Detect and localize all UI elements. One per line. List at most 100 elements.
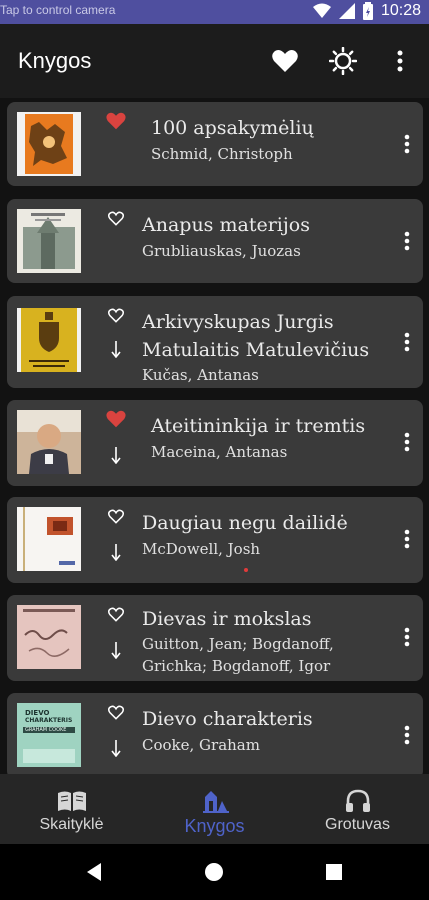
heart-outline-icon bbox=[108, 509, 124, 524]
book-card[interactable]: Ateitininkija ir tremtis Maceina, Antana… bbox=[7, 400, 423, 486]
book-card[interactable]: 100 apsakymėlių Schmid, Christoph bbox=[7, 102, 423, 186]
book-cover bbox=[17, 605, 81, 669]
download-arrow-icon bbox=[111, 740, 121, 757]
home-button[interactable] bbox=[200, 858, 228, 886]
book-menu-button[interactable] bbox=[395, 521, 419, 557]
cover-text: CHARAKTERIS bbox=[25, 717, 73, 724]
home-circle-icon bbox=[205, 863, 223, 881]
bottom-navigation: Skaityklė Knygos Grotuvas bbox=[0, 774, 429, 844]
more-vert-icon bbox=[397, 50, 403, 72]
book-author: Schmid, Christoph bbox=[151, 145, 293, 163]
download-arrow-icon bbox=[111, 341, 121, 358]
more-vert-icon bbox=[404, 332, 410, 352]
favorite-toggle[interactable] bbox=[103, 699, 129, 725]
library-icon bbox=[202, 791, 229, 813]
book-cover: DIEVO CHARAKTERIS GRAHAM COOKE bbox=[17, 703, 81, 767]
download-arrow-icon bbox=[111, 544, 121, 561]
favorite-toggle[interactable] bbox=[103, 406, 129, 432]
more-vert-icon bbox=[404, 134, 410, 154]
wifi-icon bbox=[312, 3, 331, 18]
more-vert-icon bbox=[404, 432, 410, 452]
download-arrow-icon bbox=[111, 447, 121, 464]
nav-tab-knygos[interactable]: Knygos bbox=[143, 774, 286, 844]
book-title: 100 apsakymėlių bbox=[151, 117, 314, 139]
signal-icon bbox=[338, 3, 355, 19]
heart-icon bbox=[272, 50, 298, 72]
more-vert-icon bbox=[404, 231, 410, 251]
book-card[interactable]: Daugiau negu dailidė McDowell, Josh bbox=[7, 497, 423, 583]
book-author-line-1: Guitton, Jean; Bogdanoff, bbox=[142, 635, 334, 653]
book-author: McDowell, Josh bbox=[142, 540, 261, 558]
book-menu-button[interactable] bbox=[395, 324, 419, 360]
nav-label: Grotuvas bbox=[325, 816, 390, 833]
heart-filled-icon bbox=[106, 112, 126, 130]
favorites-button[interactable] bbox=[268, 44, 302, 78]
more-vert-icon bbox=[404, 627, 410, 647]
book-title-line-1: Arkivyskupas Jurgis bbox=[142, 311, 334, 333]
book-author: Kučas, Antanas bbox=[142, 366, 259, 384]
heart-outline-icon bbox=[108, 308, 124, 323]
nav-label: Skaityklė bbox=[39, 816, 104, 833]
page-title: Knygos bbox=[18, 48, 92, 73]
book-title: Dievo charakteris bbox=[142, 708, 313, 730]
battery-icon bbox=[362, 2, 373, 20]
book-title: Ateitininkija ir tremtis bbox=[151, 415, 366, 437]
book-author-line-2: Grichka; Bogdanoff, Igor bbox=[142, 657, 331, 675]
download-button[interactable] bbox=[103, 336, 129, 362]
heart-outline-icon bbox=[108, 705, 124, 720]
book-title-line-2: Matulaitis Matulevičius bbox=[142, 339, 370, 361]
favorite-toggle[interactable] bbox=[103, 503, 129, 529]
book-cover bbox=[17, 308, 81, 372]
nav-label: Knygos bbox=[184, 816, 245, 836]
book-title: Dievas ir mokslas bbox=[142, 608, 312, 630]
more-vert-icon bbox=[404, 725, 410, 745]
download-button[interactable] bbox=[103, 539, 129, 565]
overflow-menu-button[interactable] bbox=[383, 44, 417, 78]
nav-tab-grotuvas[interactable]: Grotuvas bbox=[286, 774, 429, 844]
cover-text: DIEVO bbox=[25, 709, 50, 717]
book-menu-button[interactable] bbox=[395, 126, 419, 162]
book-card[interactable]: Dievas ir mokslas Guitton, Jean; Bogdano… bbox=[7, 595, 423, 681]
nav-tab-skaitykle[interactable]: Skaityklė bbox=[0, 774, 143, 844]
download-button[interactable] bbox=[103, 442, 129, 468]
book-open-icon bbox=[57, 791, 86, 811]
book-menu-button[interactable] bbox=[395, 424, 419, 460]
book-author: Grubliauskas, Juozas bbox=[142, 242, 301, 260]
download-button[interactable] bbox=[103, 637, 129, 663]
system-navigation-bar bbox=[0, 844, 429, 900]
book-card[interactable]: Anapus materijos Grubliauskas, Juozas bbox=[7, 199, 423, 283]
book-menu-button[interactable] bbox=[395, 619, 419, 655]
book-author: Maceina, Antanas bbox=[151, 443, 288, 461]
brightness-icon bbox=[329, 47, 357, 75]
headphones-icon bbox=[345, 789, 370, 812]
theme-button[interactable] bbox=[326, 44, 360, 78]
book-card[interactable]: DIEVO CHARAKTERIS GRAHAM COOKE Dievo cha… bbox=[7, 693, 423, 774]
more-vert-icon bbox=[404, 529, 410, 549]
book-card[interactable]: Arkivyskupas Jurgis Matulaitis Matulevič… bbox=[7, 296, 423, 388]
favorite-toggle[interactable] bbox=[103, 205, 129, 231]
book-list[interactable]: 100 apsakymėlių Schmid, Christoph Anapus… bbox=[0, 98, 429, 774]
back-button[interactable] bbox=[80, 858, 108, 886]
download-arrow-icon bbox=[111, 642, 121, 659]
favorite-toggle[interactable] bbox=[103, 601, 129, 627]
book-cover bbox=[17, 209, 81, 273]
recents-button[interactable] bbox=[320, 858, 348, 886]
status-time: 10:28 bbox=[380, 2, 421, 19]
heart-outline-icon bbox=[108, 211, 124, 226]
download-button[interactable] bbox=[103, 735, 129, 761]
book-menu-button[interactable] bbox=[395, 717, 419, 753]
book-menu-button[interactable] bbox=[395, 223, 419, 259]
book-cover bbox=[17, 112, 81, 176]
favorite-toggle[interactable] bbox=[103, 108, 129, 134]
book-cover bbox=[17, 507, 81, 571]
favorite-toggle[interactable] bbox=[103, 302, 129, 328]
status-bar: Tap to control camera 10:28 bbox=[0, 0, 429, 24]
app-bar: Knygos bbox=[0, 24, 429, 98]
recents-square-icon bbox=[326, 864, 342, 880]
back-triangle-icon bbox=[87, 863, 101, 881]
book-author: Cooke, Graham bbox=[142, 736, 260, 754]
status-hint: Tap to control camera bbox=[0, 3, 116, 17]
progress-dot bbox=[244, 568, 248, 572]
cover-text: GRAHAM COOKE bbox=[25, 727, 67, 733]
heart-filled-icon bbox=[106, 410, 126, 428]
